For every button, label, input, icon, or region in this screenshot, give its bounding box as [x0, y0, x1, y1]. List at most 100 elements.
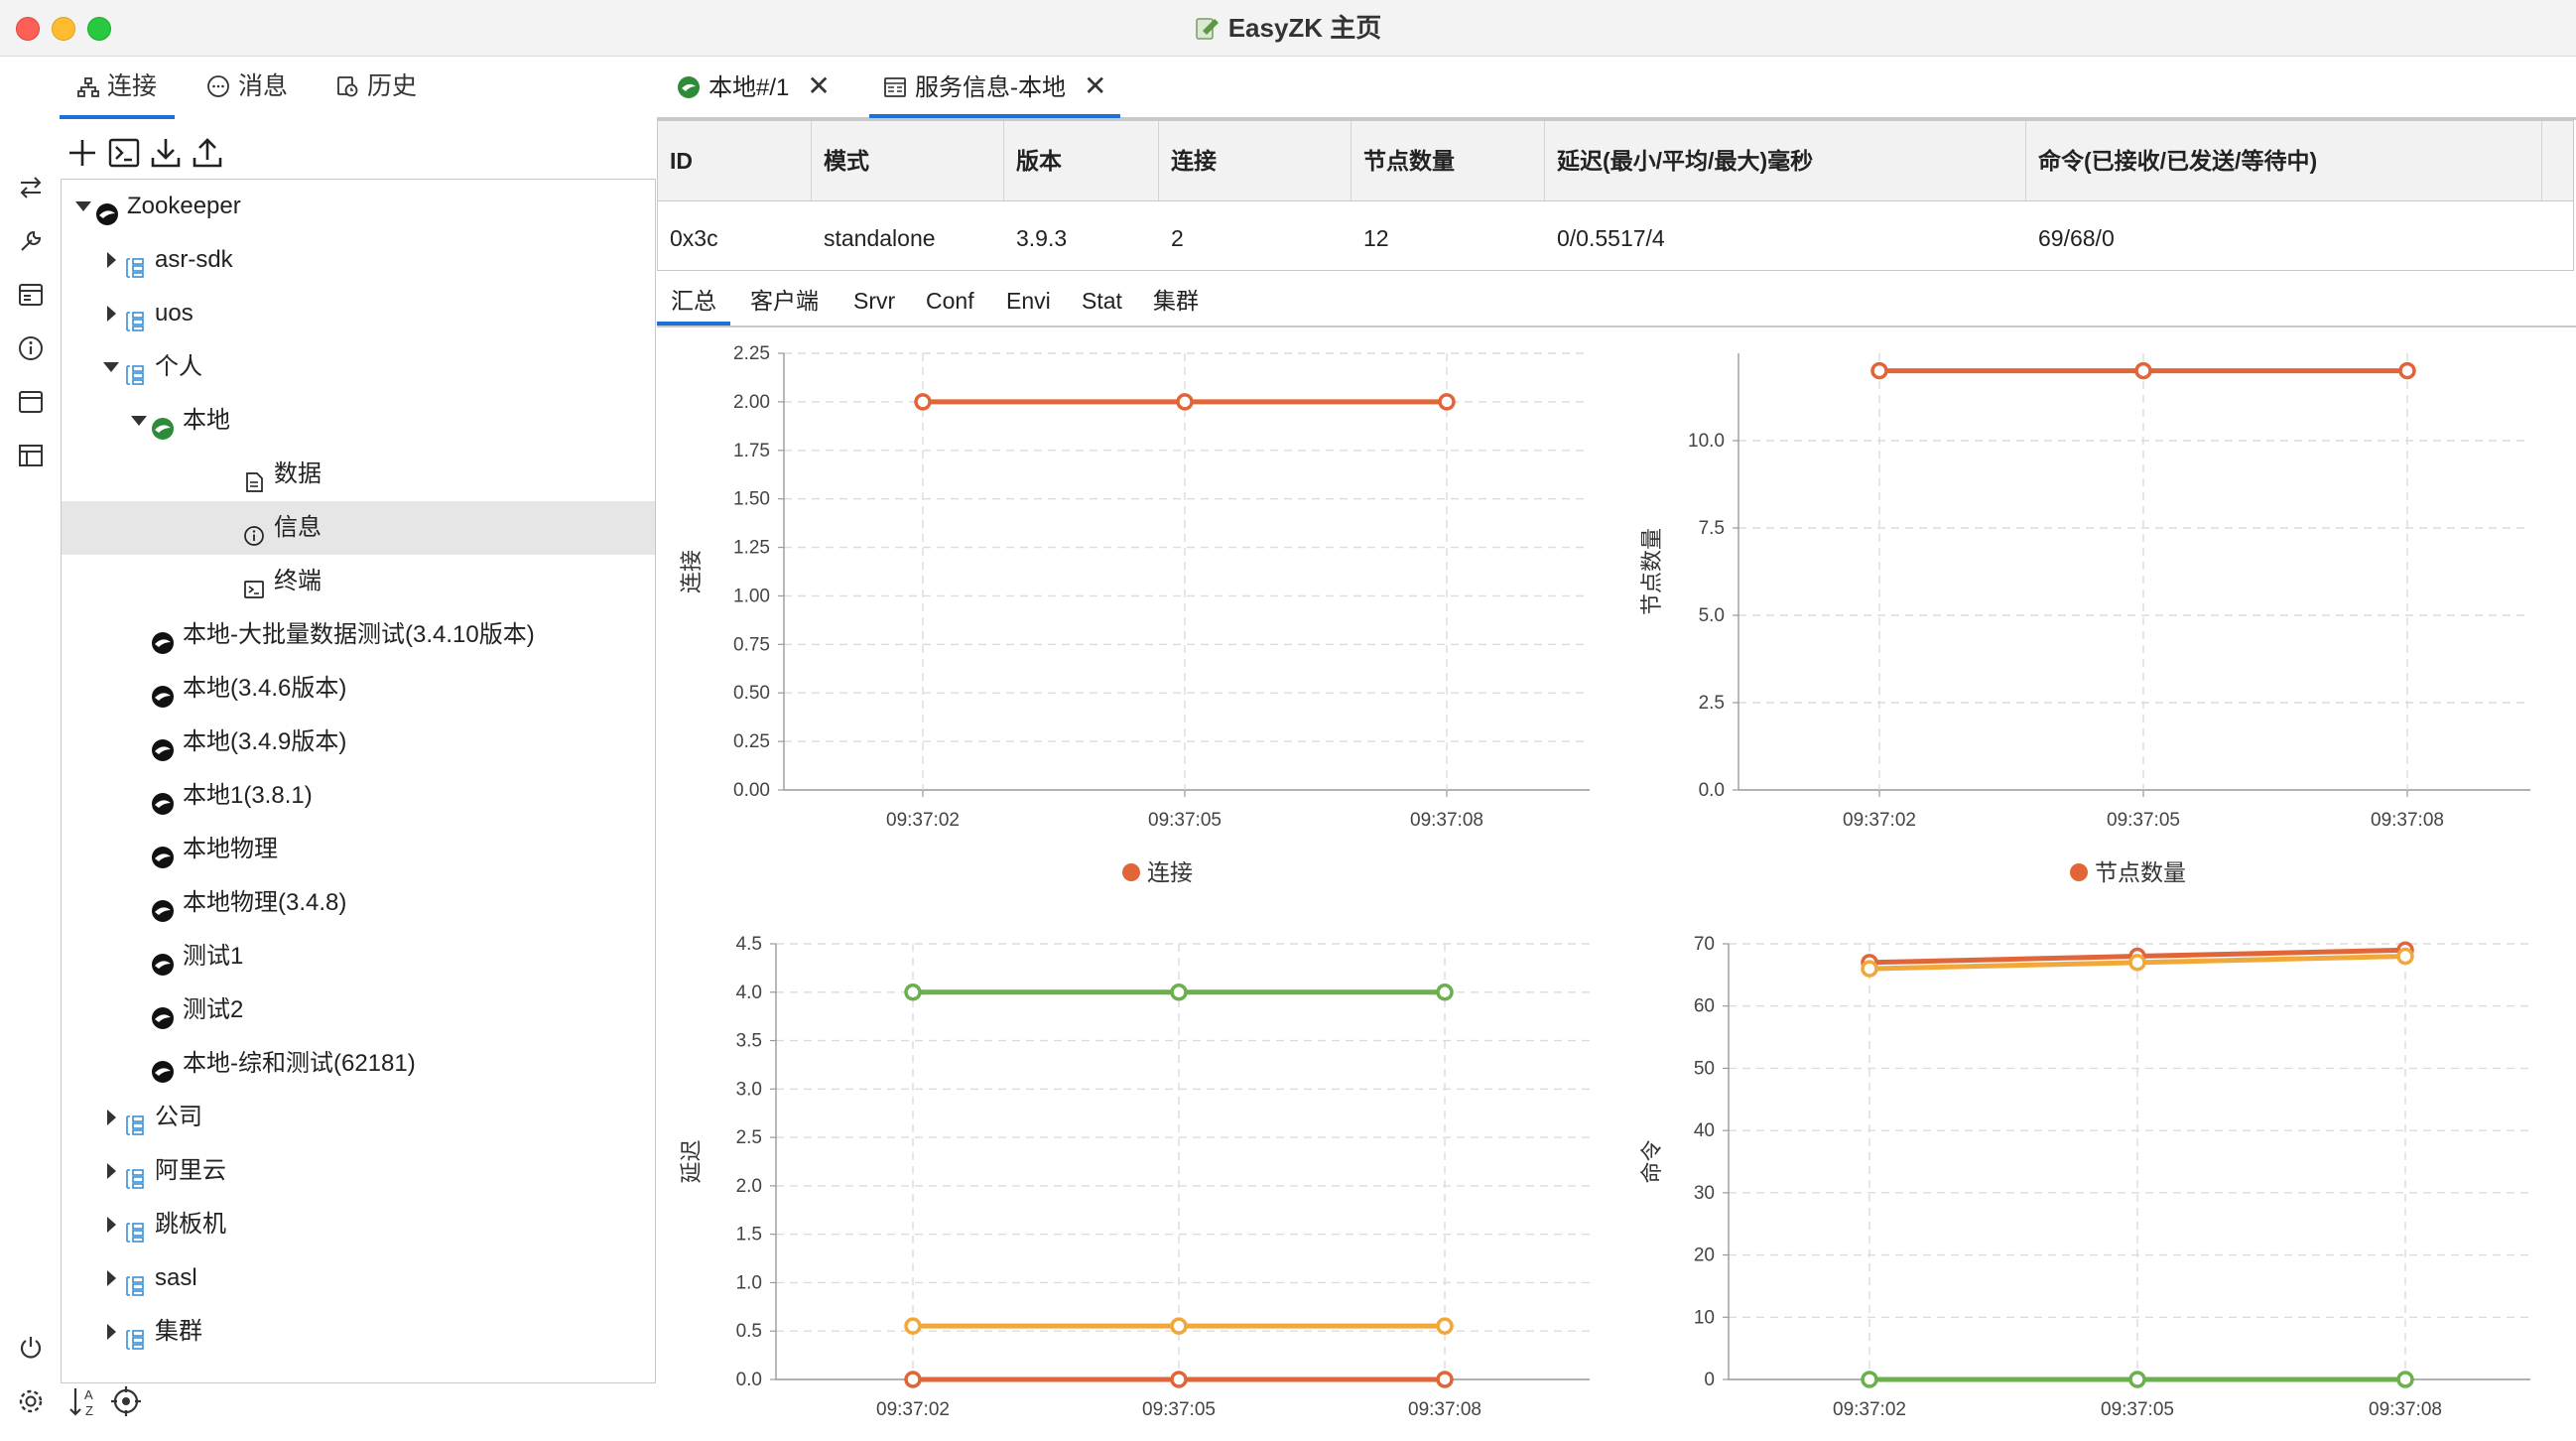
table-cell: 2 [1171, 225, 1184, 251]
y-tick-label: 0 [1704, 1370, 1715, 1390]
tree-item[interactable]: 信息 [62, 501, 655, 555]
column-header[interactable]: 版本 [1004, 121, 1159, 200]
x-tick-label: 09:37:05 [2101, 1399, 2174, 1420]
x-tick-label: 09:37:02 [1833, 1399, 1906, 1420]
close-tab-icon[interactable]: ✕ [807, 70, 830, 101]
expand-arrow-right-icon[interactable] [101, 1144, 121, 1198]
x-tick-label: 09:37:05 [2107, 810, 2180, 831]
tree-item[interactable]: sasl [62, 1251, 655, 1305]
tree-item[interactable]: 阿里云 [62, 1144, 655, 1198]
tree-item-label: uos [155, 300, 193, 327]
tab-summary[interactable]: 汇总 [657, 280, 730, 326]
table-cell: 12 [1363, 225, 1389, 251]
tab-cluster[interactable]: 集群 [1153, 280, 1199, 322]
column-header[interactable]: 模式 [812, 121, 1004, 200]
tab-conf[interactable]: Conf [926, 280, 974, 322]
data-point [904, 1371, 922, 1388]
data-point [2396, 1371, 2414, 1388]
data-point [1438, 393, 1456, 411]
power-icon[interactable] [16, 1333, 46, 1363]
column-header[interactable]: 命令(已接收/已发送/等待中) [2026, 121, 2542, 200]
expand-arrow-right-icon[interactable] [101, 1198, 121, 1251]
tab-clients[interactable]: 客户端 [750, 280, 819, 322]
y-tick-label: 2.0 [736, 1176, 762, 1197]
tree-item[interactable]: 本地-大批量数据测试(3.4.10版本) [62, 608, 655, 662]
tree-item[interactable]: 个人 [62, 340, 655, 394]
legend-label: 节点数量 [2095, 859, 2186, 885]
wrench-icon[interactable] [16, 226, 46, 256]
tree-item[interactable]: 本地物理 [62, 823, 655, 876]
layout-icon[interactable] [16, 441, 46, 470]
data-point [1861, 1371, 1878, 1388]
upload-icon[interactable] [189, 134, 226, 172]
tab-srvr[interactable]: Srvr [853, 280, 895, 322]
y-axis-label: 命令 [1639, 1139, 1664, 1183]
tab-connections[interactable]: 连接 [60, 58, 176, 119]
table-cell: standalone [824, 225, 936, 251]
tree-item-label: 本地物理(3.4.8) [183, 889, 347, 916]
legend-marker [1122, 863, 1140, 881]
tree-item[interactable]: 本地 [62, 394, 655, 448]
tree-item[interactable]: Zookeeper [62, 180, 655, 233]
tree-item-label: 跳板机 [155, 1211, 226, 1238]
y-axis-label: 延迟 [679, 1139, 704, 1183]
expand-arrow-right-icon[interactable] [101, 287, 121, 340]
expand-arrow-right-icon[interactable] [101, 1091, 121, 1144]
settings-icon[interactable] [16, 1386, 46, 1416]
sort-az-icon[interactable]: AZ [67, 1384, 101, 1418]
tab-history[interactable]: 历史 [318, 58, 435, 115]
zookeeper-icon [151, 996, 175, 1029]
tree-item[interactable]: 终端 [62, 555, 655, 608]
tab-local-connection[interactable]: 本地#/1 ✕ [677, 58, 831, 114]
expand-arrow-right-icon[interactable] [101, 1251, 121, 1305]
tab-stat[interactable]: Stat [1082, 280, 1122, 322]
tab-envi[interactable]: Envi [1006, 280, 1051, 322]
data-point [1436, 983, 1454, 1001]
window-icon[interactable] [16, 387, 46, 417]
expand-arrow-down-icon[interactable] [129, 394, 149, 448]
legend-label: 连接 [1147, 859, 1193, 885]
column-header[interactable]: 节点数量 [1352, 121, 1545, 200]
column-header[interactable]: ID [658, 121, 812, 200]
tree-item[interactable]: 测试2 [62, 983, 655, 1037]
tree-item[interactable]: 本地-综和测试(62181) [62, 1037, 655, 1091]
svg-text:Z: Z [85, 1403, 93, 1418]
swap-icon[interactable] [16, 173, 46, 202]
tree-item[interactable]: 本地(3.4.9版本) [62, 716, 655, 769]
tree-item[interactable]: 公司 [62, 1091, 655, 1144]
server-window-icon[interactable] [16, 280, 46, 310]
y-tick-label: 10 [1694, 1307, 1715, 1328]
add-icon[interactable] [64, 134, 101, 172]
tree-item[interactable]: 本地物理(3.4.8) [62, 876, 655, 930]
locate-icon[interactable] [109, 1384, 143, 1418]
tree-item-label: 本地-综和测试(62181) [183, 1050, 416, 1077]
tree-item[interactable]: 测试1 [62, 930, 655, 983]
x-tick-label: 09:37:08 [2369, 1399, 2442, 1420]
data-point [914, 393, 932, 411]
close-tab-icon[interactable]: ✕ [1084, 70, 1106, 101]
tree-item[interactable]: 本地1(3.8.1) [62, 769, 655, 823]
tab-messages[interactable]: 消息 [189, 58, 306, 115]
expand-arrow-down-icon[interactable] [73, 180, 93, 233]
expand-arrow-right-icon[interactable] [101, 233, 121, 287]
column-header[interactable]: 连接 [1159, 121, 1352, 200]
info-icon[interactable] [16, 333, 46, 363]
download-icon[interactable] [147, 134, 185, 172]
tree-item[interactable]: uos [62, 287, 655, 340]
tree-item[interactable]: asr-sdk [62, 233, 655, 287]
tab-messages-label: 消息 [238, 72, 289, 100]
y-tick-label: 3.0 [736, 1079, 762, 1100]
y-tick-label: 1.00 [733, 586, 770, 606]
y-tick-label: 40 [1694, 1120, 1715, 1141]
column-header[interactable]: 延迟(最小/平均/最大)毫秒 [1545, 121, 2026, 200]
terminal-icon[interactable] [105, 134, 143, 172]
tab-server-info[interactable]: 服务信息-本地 ✕ [869, 58, 1121, 118]
expand-arrow-down-icon[interactable] [101, 340, 121, 394]
tree-item[interactable]: 跳板机 [62, 1198, 655, 1251]
tree-item[interactable]: 本地(3.4.6版本) [62, 662, 655, 716]
tree-item[interactable]: 数据 [62, 448, 655, 501]
y-tick-label: 10.0 [1688, 431, 1725, 452]
data-point [904, 1317, 922, 1335]
tree-item-label: 数据 [274, 460, 322, 487]
y-tick-label: 0.00 [733, 780, 770, 801]
